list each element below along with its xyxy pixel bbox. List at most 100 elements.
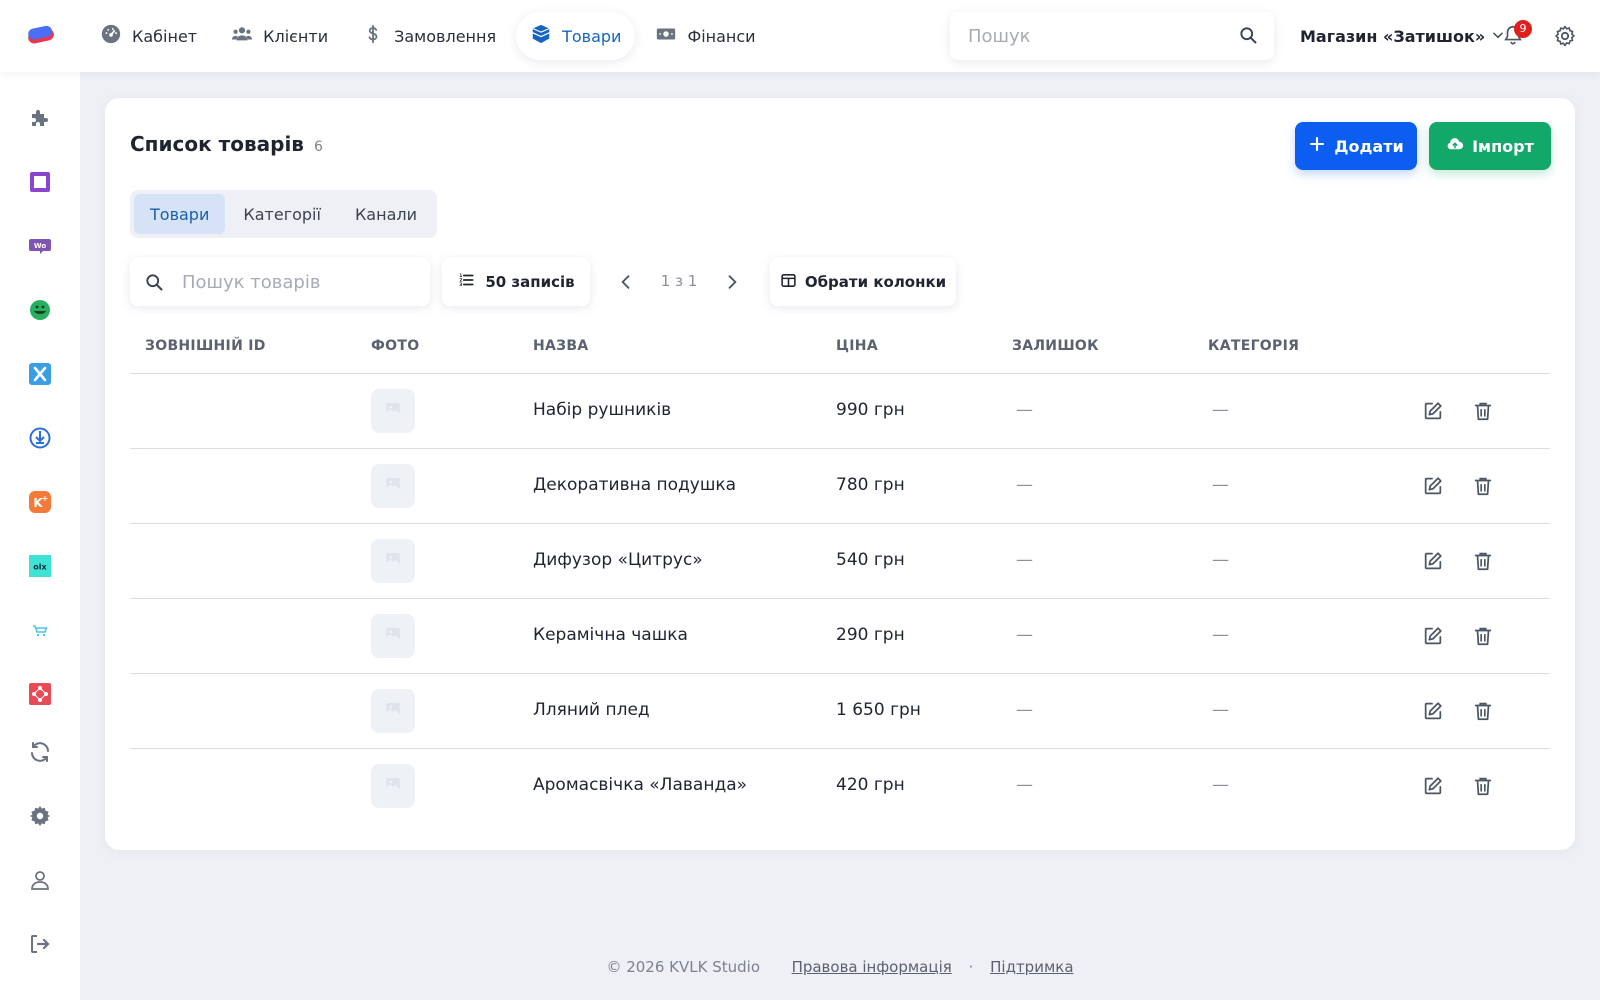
product-name-cell[interactable]: Набір рушників	[533, 400, 671, 420]
sync-icon[interactable]	[28, 740, 52, 764]
nav-item-clients[interactable]: Клієнти	[217, 12, 342, 60]
header-photo[interactable]: ФОТО	[371, 338, 419, 354]
nav-label: Клієнти	[263, 26, 329, 46]
columns-icon	[780, 272, 797, 293]
settings-icon[interactable]	[28, 804, 52, 828]
edit-icon	[1422, 477, 1444, 501]
x-app-icon[interactable]	[28, 362, 52, 386]
money-icon	[655, 23, 677, 49]
columns-label: Обрати колонки	[804, 273, 947, 291]
image-icon	[384, 400, 402, 422]
logout-icon[interactable]	[28, 932, 52, 956]
add-product-button[interactable]: Додати	[1295, 122, 1417, 170]
delete-button[interactable]	[1472, 625, 1494, 647]
nav-item-products[interactable]: Товари	[516, 12, 636, 60]
edit-icon	[1422, 552, 1444, 576]
global-search	[950, 12, 1274, 60]
choose-columns-button[interactable]: Обрати колонки	[770, 258, 956, 306]
tab-products[interactable]: Товари	[134, 194, 226, 234]
cart-icon[interactable]	[28, 618, 52, 642]
k-app-icon[interactable]: K +	[28, 490, 52, 514]
header-name[interactable]: НАЗВА	[533, 338, 589, 354]
import-label: Імпорт	[1472, 136, 1534, 156]
product-name-cell[interactable]: Аромасвічка «Лаванда»	[533, 775, 747, 795]
stock-cell: —	[1016, 400, 1033, 420]
category-cell: —	[1212, 475, 1229, 495]
product-name-cell[interactable]: Дифузор «Цитрус»	[533, 550, 703, 570]
delete-button[interactable]	[1472, 400, 1494, 422]
next-page-button[interactable]	[722, 272, 742, 292]
product-photo-placeholder	[371, 464, 415, 508]
cloud-upload-icon	[1446, 135, 1464, 157]
search-icon[interactable]	[1238, 25, 1258, 45]
table-row[interactable]: Дифузор «Цитрус» 540 грн — —	[130, 524, 1550, 599]
prev-page-button[interactable]	[616, 272, 636, 292]
plus-icon	[1308, 135, 1326, 157]
square-app-icon[interactable]	[28, 170, 52, 194]
delete-button[interactable]	[1472, 775, 1494, 797]
image-icon	[384, 775, 402, 797]
table-row[interactable]: Аромасвічка «Лаванда» 420 грн — —	[130, 749, 1550, 824]
edit-button[interactable]	[1422, 550, 1444, 572]
nav-item-orders[interactable]: Замовлення	[348, 12, 510, 60]
main-nav: Кабінет Клієнти Замовлення Товари Фінанс…	[86, 12, 776, 60]
footer: © 2026 KVLK Studio Правова інформація · …	[80, 958, 1600, 976]
legal-info-link[interactable]: Правова інформація	[792, 958, 952, 976]
delete-button[interactable]	[1472, 550, 1494, 572]
delete-button[interactable]	[1472, 700, 1494, 722]
notifications-button[interactable]: 9	[1502, 20, 1532, 50]
table-row[interactable]: Лляний плед 1 650 грн — —	[130, 674, 1550, 749]
nav-label: Замовлення	[394, 26, 497, 46]
product-name-cell[interactable]: Керамічна чашка	[533, 625, 688, 645]
download-app-icon[interactable]	[28, 426, 52, 450]
network-app-icon[interactable]	[28, 682, 52, 706]
nav-item-finance[interactable]: Фінанси	[641, 12, 769, 60]
table-toolbar: 123 50 записів 1 з 1 Обрати колонки	[130, 258, 1030, 306]
store-selector[interactable]: Магазин «Затишок»	[1300, 22, 1505, 50]
product-name-cell[interactable]: Декоративна подушка	[533, 475, 736, 495]
table-row[interactable]: Керамічна чашка 290 грн — —	[130, 599, 1550, 674]
global-search-input[interactable]	[968, 24, 1218, 48]
price-cell: 540 грн	[836, 550, 905, 570]
header-price[interactable]: ЦІНА	[836, 338, 878, 354]
sidebar: Wo K + olx	[0, 72, 80, 1000]
page-indicator: 1 з 1	[660, 272, 698, 290]
settings-button[interactable]	[1553, 24, 1577, 48]
category-cell: —	[1212, 700, 1229, 720]
logo-icon[interactable]	[26, 22, 56, 48]
tab-categories[interactable]: Категорії	[227, 194, 337, 234]
product-name-cell[interactable]: Лляний плед	[533, 700, 650, 720]
stock-cell: —	[1016, 625, 1033, 645]
user-icon[interactable]	[28, 868, 52, 892]
header-stock[interactable]: ЗАЛИШОК	[1012, 338, 1099, 354]
edit-icon	[1422, 702, 1444, 726]
product-search	[130, 258, 430, 306]
edit-button[interactable]	[1422, 625, 1444, 647]
delete-button[interactable]	[1472, 475, 1494, 497]
support-link[interactable]: Підтримка	[990, 958, 1073, 976]
nav-label: Кабінет	[132, 26, 198, 46]
trash-icon	[1472, 702, 1494, 726]
product-search-input[interactable]	[182, 270, 418, 294]
woo-icon[interactable]: Wo	[28, 234, 52, 258]
import-button[interactable]: Імпорт	[1429, 122, 1551, 170]
green-app-icon[interactable]	[28, 298, 52, 322]
tab-channels[interactable]: Канали	[339, 194, 433, 234]
page-title-text: Список товарів	[130, 132, 304, 156]
table-row[interactable]: Набір рушників 990 грн — —	[130, 374, 1550, 449]
table-row[interactable]: Декоративна подушка 780 грн — —	[130, 449, 1550, 524]
header-external-id[interactable]: ЗОВНІШНІЙ ID	[145, 338, 266, 354]
chevron-right-icon	[722, 275, 742, 296]
olx-icon[interactable]: olx	[28, 554, 52, 578]
edit-button[interactable]	[1422, 775, 1444, 797]
nav-item-dashboard[interactable]: Кабінет	[86, 12, 211, 60]
edit-button[interactable]	[1422, 700, 1444, 722]
header-category[interactable]: КАТЕГОРІЯ	[1208, 338, 1299, 354]
edit-button[interactable]	[1422, 400, 1444, 422]
puzzle-icon[interactable]	[28, 106, 52, 130]
per-page-select[interactable]: 123 50 записів	[442, 258, 590, 306]
edit-button[interactable]	[1422, 475, 1444, 497]
page-title: Список товарів 6	[130, 132, 323, 156]
product-photo-placeholder	[371, 389, 415, 433]
price-cell: 420 грн	[836, 775, 905, 795]
